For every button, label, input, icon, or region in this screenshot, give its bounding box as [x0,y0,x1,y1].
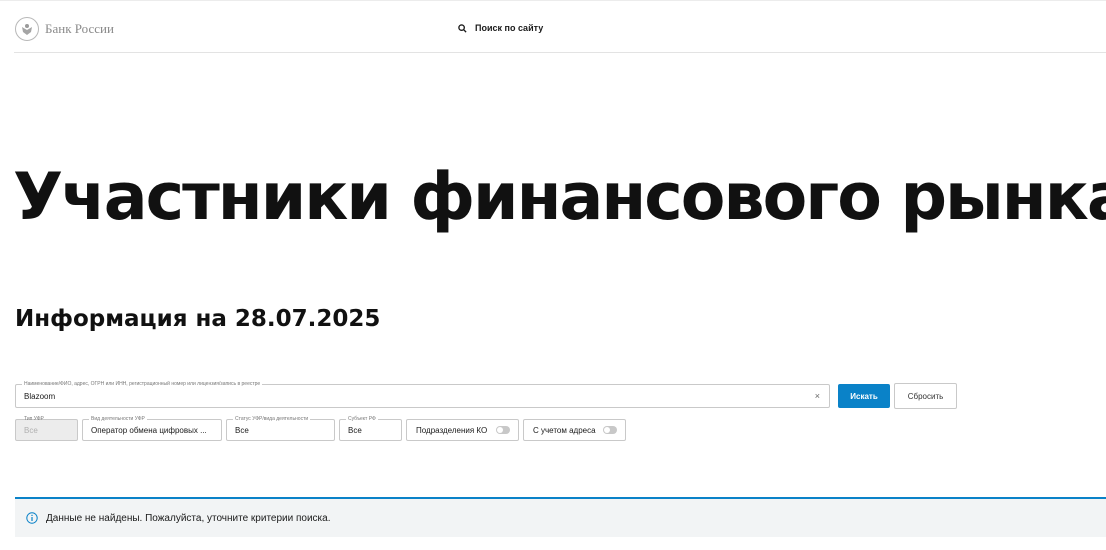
header-divider [14,52,1106,53]
search-input-label: Наименование/ФИО, адрес, ОГРН или ИНН, р… [22,380,263,388]
filter-activity-label: Вид деятельности УФР [89,415,147,423]
filter-activity-value: Оператор обмена цифровых ... [91,426,207,435]
search-button[interactable]: Искать [838,384,890,408]
search-input-value[interactable]: Blazoom [24,392,55,401]
site-search-label: Поиск по сайту [475,23,544,33]
filter-status-select[interactable]: Статус УФР/вида деятельности Все [226,415,335,441]
toggle-ko-label: Подразделения КО [416,425,488,435]
logo-text: Банк России [45,21,114,36]
site-header: Банк России Поиск по сайту [0,0,1106,53]
toggle-with-address[interactable]: С учетом адреса [523,419,626,441]
toggle-address-switch[interactable] [603,426,617,434]
reset-button[interactable]: Сбросить [894,383,957,409]
filter-region-label: Субъект РФ [346,415,378,423]
filter-region-select[interactable]: Субъект РФ Все [339,415,402,441]
filter-status-value: Все [235,426,249,435]
clear-search-icon[interactable]: × [815,391,820,401]
toggle-address-label: С учетом адреса [533,425,596,435]
info-icon [26,512,38,524]
filter-type-label: Тип УФР [24,416,44,422]
eagle-emblem-icon [15,17,39,41]
info-date-heading: Информация на 28.07.2025 [15,306,381,332]
filter-status-label: Статус УФР/вида деятельности [233,415,311,423]
filter-type-value: Все [24,426,38,435]
toggle-ko-switch[interactable] [496,426,510,434]
filter-activity-select[interactable]: Вид деятельности УФР Оператор обмена циф… [82,415,222,441]
filter-type-select[interactable]: Тип УФР Все [15,416,78,441]
header-top-divider [0,0,1106,1]
filter-region-value: Все [348,426,362,435]
toggle-ko-divisions[interactable]: Подразделения КО [406,419,519,441]
site-search-link[interactable]: Поиск по сайту [458,23,543,33]
notice-text: Данные не найдены. Пожалуйста, уточните … [46,512,331,524]
search-input[interactable]: Наименование/ФИО, адрес, ОГРН или ИНН, р… [15,380,830,408]
search-icon [458,23,467,33]
no-results-notice: Данные не найдены. Пожалуйста, уточните … [15,497,1106,537]
bank-logo[interactable]: Банк России [15,17,114,41]
page-title: Участники финансового рынка [13,160,1106,235]
